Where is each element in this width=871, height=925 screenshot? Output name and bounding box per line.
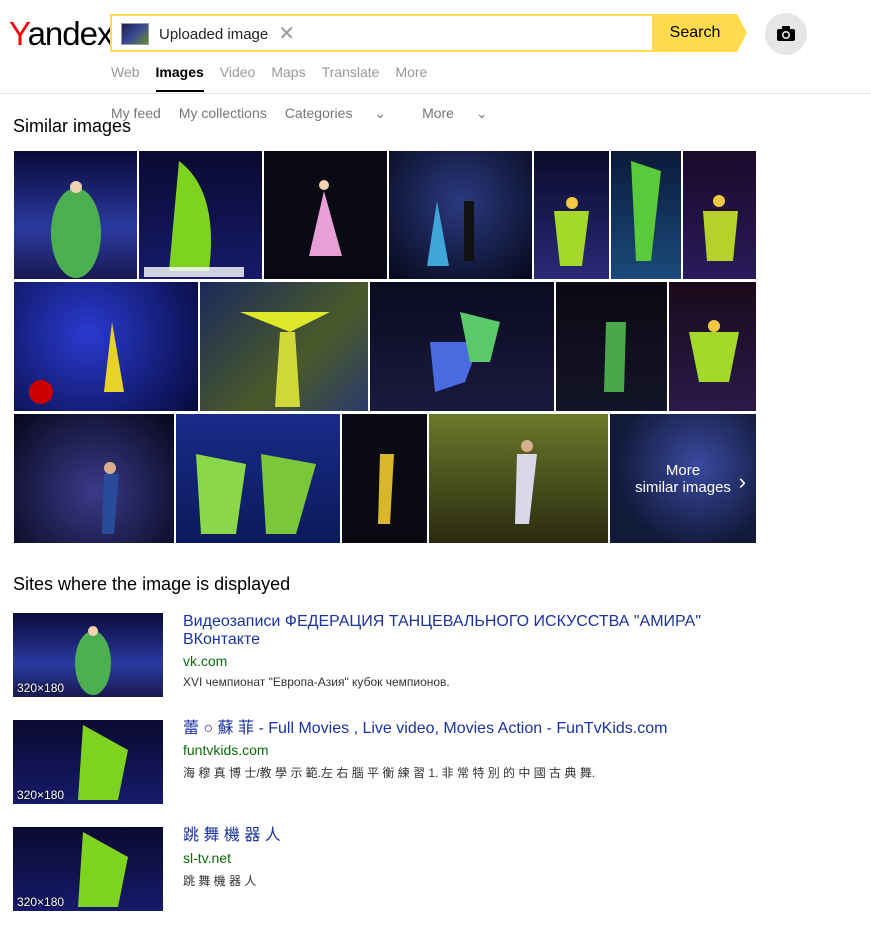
similar-image-tile[interactable] bbox=[342, 414, 427, 543]
site-thumbnail[interactable]: 320×180 bbox=[13, 827, 163, 911]
search-input[interactable]: Uploaded image ✕ bbox=[110, 14, 654, 52]
similar-image-tile[interactable] bbox=[556, 282, 667, 411]
more-similar-images-tile[interactable]: More similar images › bbox=[610, 414, 756, 543]
subnav-my-collections[interactable]: My collections bbox=[179, 105, 267, 122]
more-similar-label-2: similar images bbox=[635, 478, 731, 496]
image-dimensions: 320×180 bbox=[17, 788, 65, 802]
image-dimensions: 320×180 bbox=[17, 681, 65, 695]
header-divider bbox=[0, 93, 871, 94]
similar-image-tile[interactable] bbox=[14, 282, 198, 411]
site-thumbnail[interactable]: 320×180 bbox=[13, 613, 163, 697]
service-tabs: Web Images Video Maps Translate More bbox=[111, 64, 443, 92]
site-title-link[interactable]: Видеозаписи ФЕДЕРАЦИЯ ТАНЦЕВАЛЬНОГО ИСКУ… bbox=[183, 613, 743, 649]
site-description: 跳 舞 機 器 人 bbox=[183, 874, 257, 888]
similar-image-tile[interactable] bbox=[669, 282, 756, 411]
similar-image-tile[interactable] bbox=[389, 151, 532, 279]
chevron-right-icon: › bbox=[738, 469, 746, 494]
similar-image-tile[interactable] bbox=[14, 151, 137, 279]
tab-more[interactable]: More bbox=[395, 64, 427, 92]
similar-image-tile[interactable] bbox=[176, 414, 340, 543]
similar-image-tile[interactable] bbox=[611, 151, 681, 279]
tab-translate[interactable]: Translate bbox=[322, 64, 380, 92]
similar-image-tile[interactable] bbox=[264, 151, 387, 279]
site-title-link[interactable]: 跳 舞 機 器 人 bbox=[183, 827, 743, 845]
tab-web[interactable]: Web bbox=[111, 64, 140, 92]
camera-icon[interactable] bbox=[765, 13, 807, 55]
similar-image-tile[interactable] bbox=[534, 151, 609, 279]
uploaded-image-label: Uploaded image bbox=[159, 25, 269, 43]
site-description: XVI чемпионат "Европа-Азия" кубок чемпио… bbox=[183, 675, 450, 689]
site-url[interactable]: vk.com bbox=[183, 653, 227, 669]
sites-heading: Sites where the image is displayed bbox=[13, 574, 291, 594]
uploaded-image-chip: Uploaded image ✕ bbox=[121, 23, 295, 45]
similar-image-tile[interactable] bbox=[200, 282, 368, 411]
close-icon[interactable]: ✕ bbox=[278, 24, 295, 44]
similar-image-tile[interactable] bbox=[370, 282, 554, 411]
similar-image-tile[interactable] bbox=[429, 414, 608, 543]
subnav-more[interactable]: More ⌄ bbox=[422, 105, 506, 122]
chevron-down-icon: ⌄ bbox=[475, 105, 488, 121]
site-description: 海 穆 真 博 士/教 學 示 範.左 右 腦 平 衡 練 習 1. 非 常 特… bbox=[183, 766, 596, 780]
similar-images-heading: Similar images bbox=[13, 116, 132, 136]
tab-images[interactable]: Images bbox=[155, 64, 204, 92]
tab-video[interactable]: Video bbox=[220, 64, 256, 92]
site-url[interactable]: sl-tv.net bbox=[183, 850, 231, 866]
yandex-logo[interactable]: Yandex bbox=[9, 14, 113, 54]
site-thumbnail[interactable]: 320×180 bbox=[13, 720, 163, 804]
subnav-categories[interactable]: Categories ⌄ bbox=[285, 105, 404, 122]
images-subnav: My feed My collections Categories ⌄ More… bbox=[111, 105, 524, 122]
image-dimensions: 320×180 bbox=[17, 895, 65, 909]
tab-maps[interactable]: Maps bbox=[271, 64, 305, 92]
more-similar-label-1: More bbox=[665, 461, 701, 479]
chevron-down-icon: ⌄ bbox=[374, 105, 387, 121]
similar-image-tile[interactable] bbox=[139, 151, 262, 279]
site-url[interactable]: funtvkids.com bbox=[183, 742, 269, 758]
similar-image-tile[interactable] bbox=[14, 414, 174, 543]
similar-image-tile[interactable] bbox=[683, 151, 756, 279]
search-button[interactable]: Search bbox=[653, 14, 747, 52]
uploaded-image-thumbnail bbox=[121, 23, 149, 45]
site-title-link[interactable]: 蕾 ○ 蘇 菲 - Full Movies , Live video, Movi… bbox=[183, 720, 743, 738]
